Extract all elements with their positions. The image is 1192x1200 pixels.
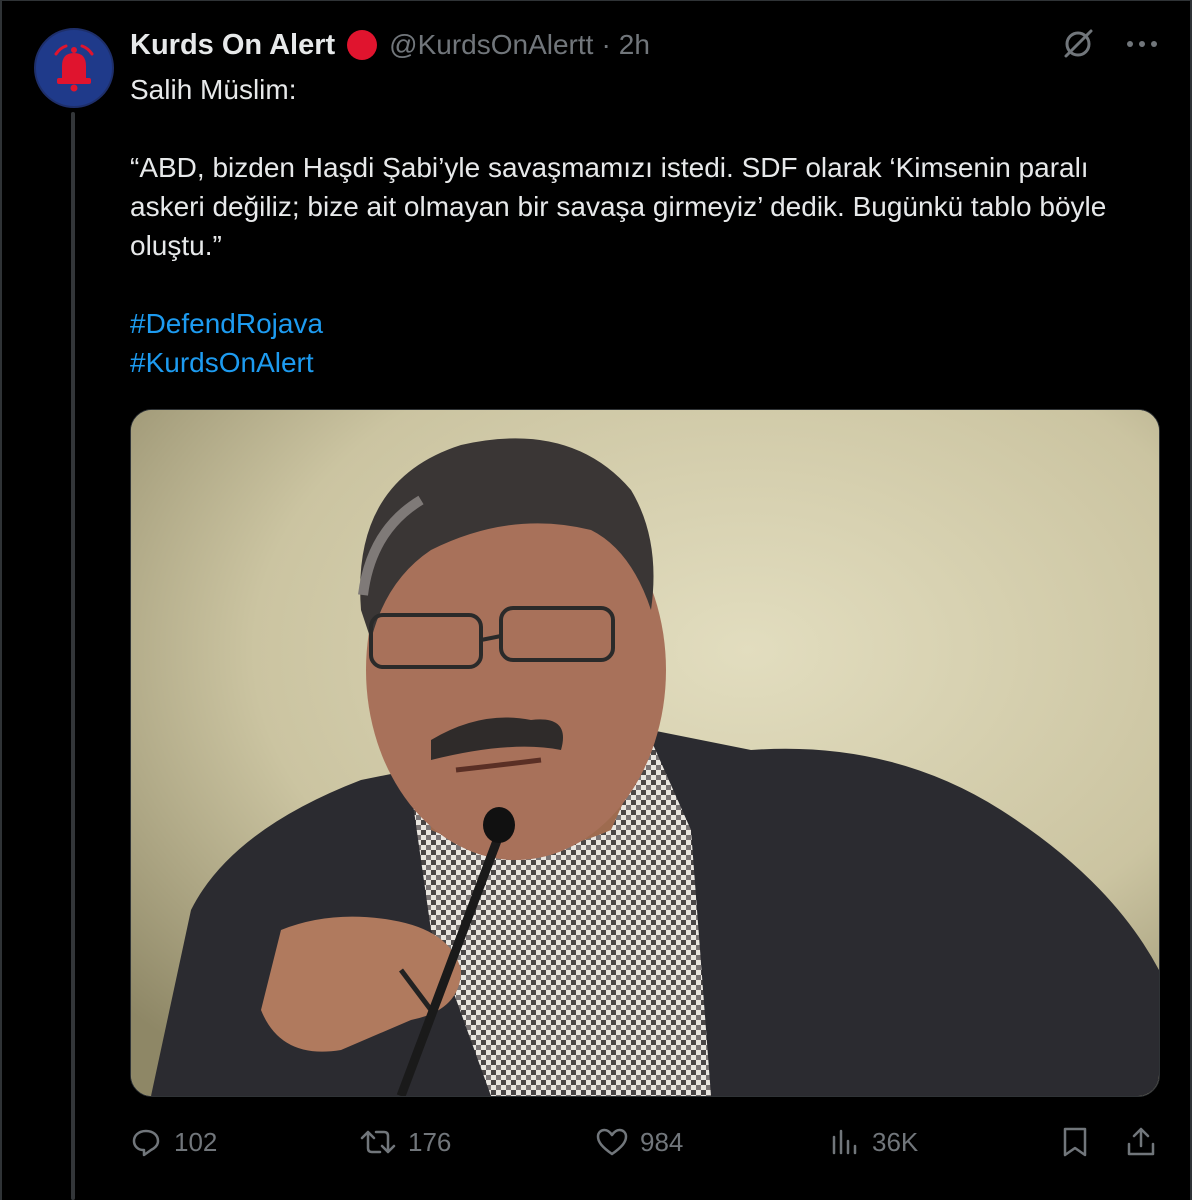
post-text: Salih Müslim: “ABD, bizden Haşdi Şabi’yl…: [130, 70, 1140, 382]
grok-icon: [1064, 29, 1093, 58]
frame-border-left: [0, 0, 2, 1200]
post-image[interactable]: [130, 409, 1160, 1097]
views-button[interactable]: 36K: [830, 1120, 918, 1164]
like-button[interactable]: 984: [596, 1120, 683, 1164]
grok-button[interactable]: [1060, 26, 1096, 62]
frame-border-top: [0, 0, 1192, 1]
hashtag-kurdsonalert[interactable]: #KurdsOnAlert: [130, 343, 1140, 382]
heart-icon: [596, 1128, 628, 1156]
more-icon: [1127, 41, 1157, 47]
share-icon: [1127, 1127, 1155, 1156]
post-header: Kurds On Alert @KurdsOnAlertt · 2h: [130, 24, 650, 66]
author-name[interactable]: Kurds On Alert: [130, 29, 335, 62]
reply-button[interactable]: 102: [130, 1120, 217, 1164]
like-count: 984: [640, 1126, 684, 1157]
bookmark-button[interactable]: [1062, 1120, 1088, 1164]
post-quote: “ABD, bizden Haşdi Şabi’yle savaşmamızı …: [130, 152, 1107, 261]
author-avatar[interactable]: [34, 28, 114, 108]
more-button[interactable]: [1126, 39, 1158, 49]
reply-icon: [132, 1129, 160, 1157]
bookmark-icon: [1063, 1127, 1087, 1157]
share-button[interactable]: [1126, 1120, 1156, 1164]
author-handle[interactable]: @KurdsOnAlertt: [389, 29, 593, 61]
views-icon: [832, 1129, 857, 1155]
verified-badge: [347, 30, 378, 60]
repost-button[interactable]: 176: [360, 1120, 451, 1164]
post-intro: Salih Müslim:: [130, 74, 297, 105]
photo-of-speaker-at-microphone: [131, 410, 1159, 1096]
thread-connector-line: [71, 112, 75, 1200]
alarm-bell-icon: [54, 44, 94, 92]
separator-dot: ·: [601, 29, 611, 60]
post-timestamp[interactable]: 2h: [619, 29, 650, 61]
hashtag-defendrojava[interactable]: #DefendRojava: [130, 304, 1140, 343]
repost-count: 176: [408, 1126, 452, 1157]
post-top-actions: [1060, 26, 1158, 62]
engagement-bar: 102 176 984 36K: [130, 1120, 1160, 1164]
repost-icon: [360, 1130, 396, 1154]
view-count: 36K: [872, 1126, 919, 1157]
reply-count: 102: [174, 1126, 218, 1157]
